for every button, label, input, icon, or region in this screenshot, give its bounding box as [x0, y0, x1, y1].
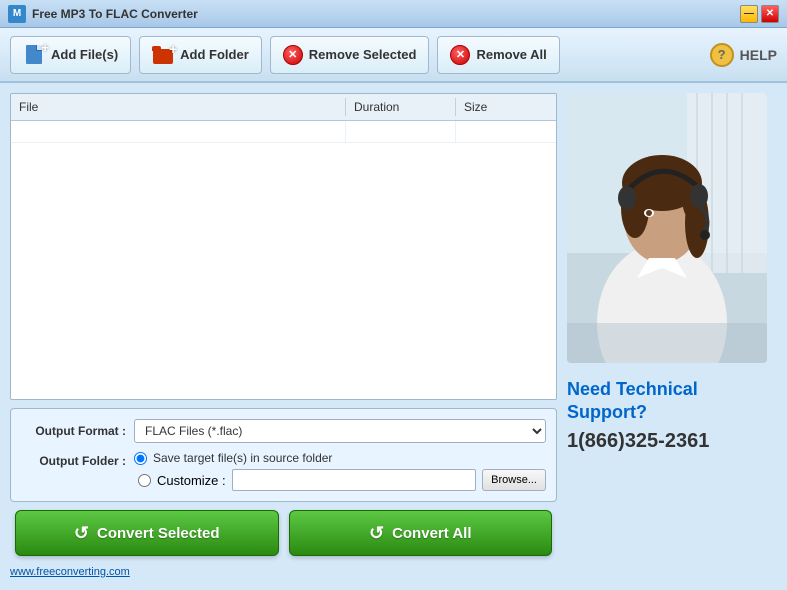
output-folder-row: Output Folder : Save target file(s) in s… [21, 451, 546, 491]
remove-all-button[interactable]: ✕ Remove All [437, 36, 559, 74]
convert-all-icon: ↺ [369, 523, 384, 544]
website-link[interactable]: www.freeconverting.com [10, 564, 557, 580]
left-panel: File Duration Size Output Format : FLAC … [0, 83, 567, 590]
add-file-icon-wrap: + [23, 44, 45, 66]
right-panel: Need Technical Support? 1(866)325-2361 [567, 83, 787, 590]
close-button[interactable]: ✕ [761, 5, 779, 23]
app-icon: M [8, 5, 26, 23]
output-format-label: Output Format : [21, 424, 126, 438]
col-size-header: Size [456, 98, 556, 116]
add-folder-label: Add Folder [180, 47, 249, 62]
add-folder-button[interactable]: + Add Folder [139, 36, 262, 74]
add-files-button[interactable]: + Add File(s) [10, 36, 131, 74]
support-info: Need Technical Support? 1(866)325-2361 [567, 373, 777, 458]
help-label: HELP [740, 47, 777, 63]
support-phone: 1(866)325-2361 [567, 430, 777, 453]
file-list-body[interactable] [11, 121, 556, 399]
file-list-container: File Duration Size [10, 93, 557, 400]
add-files-label: Add File(s) [51, 47, 118, 62]
save-source-row: Save target file(s) in source folder [134, 451, 546, 465]
window-title: Free MP3 To FLAC Converter [32, 7, 198, 21]
convert-buttons-row: ↺ Convert Selected ↺ Convert All [10, 510, 557, 556]
browse-button[interactable]: Browse... [482, 469, 546, 491]
output-folder-label: Output Folder : [21, 454, 126, 468]
convert-selected-icon: ↺ [74, 523, 89, 544]
convert-all-button[interactable]: ↺ Convert All [289, 510, 553, 556]
help-button[interactable]: ? HELP [710, 43, 777, 67]
customize-input[interactable] [232, 469, 477, 491]
remove-selected-label: Remove Selected [309, 47, 417, 62]
save-source-label: Save target file(s) in source folder [153, 451, 332, 465]
convert-all-label: Convert All [392, 525, 471, 542]
support-title: Need Technical Support? [567, 378, 777, 425]
toolbar: + Add File(s) + Add Folder ✕ Remove Sele… [0, 28, 787, 83]
remove-all-label: Remove All [476, 47, 546, 62]
col-duration-header: Duration [346, 98, 456, 116]
main-content: File Duration Size Output Format : FLAC … [0, 83, 787, 590]
convert-selected-label: Convert Selected [97, 525, 220, 542]
file-list-header: File Duration Size [11, 94, 556, 121]
customize-radio[interactable] [138, 474, 151, 487]
add-folder-icon-wrap: + [152, 44, 174, 66]
file-plus-icon: + [41, 40, 49, 55]
minimize-button[interactable]: — [740, 5, 758, 23]
support-image [567, 93, 767, 363]
file-doc-icon [26, 45, 42, 64]
save-source-radio[interactable] [134, 452, 147, 465]
customize-label: Customize : [157, 473, 226, 488]
col-file-header: File [11, 98, 346, 116]
settings-panel: Output Format : FLAC Files (*.flac) MP3 … [10, 408, 557, 502]
support-person-svg [567, 93, 767, 363]
remove-selected-icon: ✕ [283, 45, 303, 65]
convert-selected-button[interactable]: ↺ Convert Selected [15, 510, 279, 556]
title-bar-controls: — ✕ [740, 5, 779, 23]
title-bar-left: M Free MP3 To FLAC Converter [8, 5, 198, 23]
folder-plus-icon: + [169, 41, 177, 57]
output-format-select[interactable]: FLAC Files (*.flac) MP3 Files (*.mp3) WA… [134, 419, 546, 443]
title-bar: M Free MP3 To FLAC Converter — ✕ [0, 0, 787, 28]
customize-row: Customize : Browse... [138, 469, 546, 491]
remove-all-icon: ✕ [450, 45, 470, 65]
folder-options: Save target file(s) in source folder Cus… [134, 451, 546, 491]
remove-selected-button[interactable]: ✕ Remove Selected [270, 36, 430, 74]
help-circle-icon: ? [710, 43, 734, 67]
table-row [11, 121, 556, 143]
output-format-row: Output Format : FLAC Files (*.flac) MP3 … [21, 419, 546, 443]
